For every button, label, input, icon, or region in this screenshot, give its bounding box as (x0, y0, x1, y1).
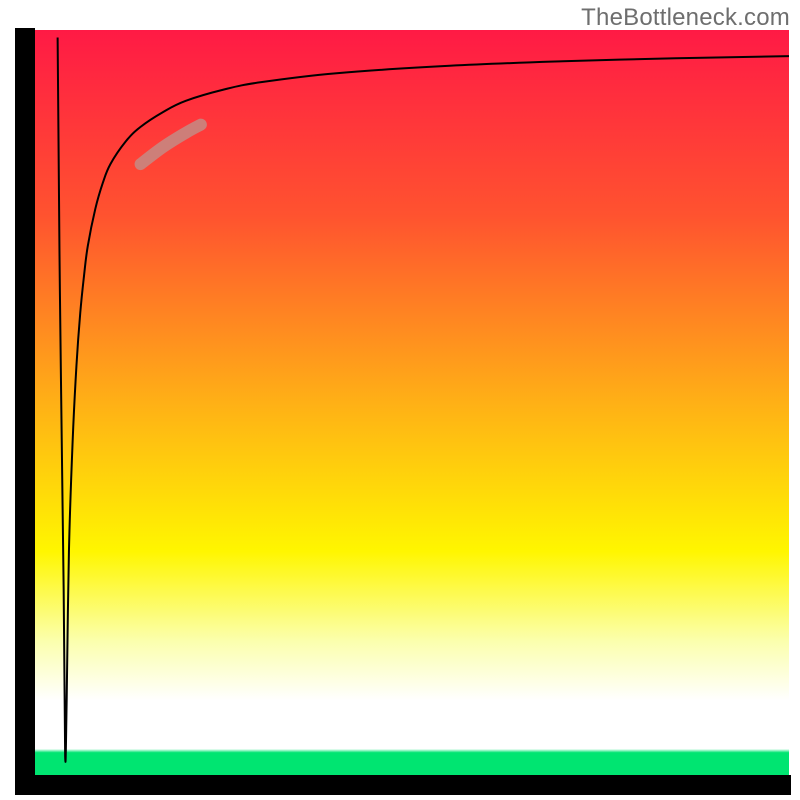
plot-background (35, 30, 789, 775)
bottleneck-chart (0, 0, 800, 800)
chart-container: TheBottleneck.com (0, 0, 800, 800)
y-axis (15, 28, 35, 795)
attribution-text: TheBottleneck.com (581, 4, 790, 32)
x-axis (15, 775, 791, 795)
